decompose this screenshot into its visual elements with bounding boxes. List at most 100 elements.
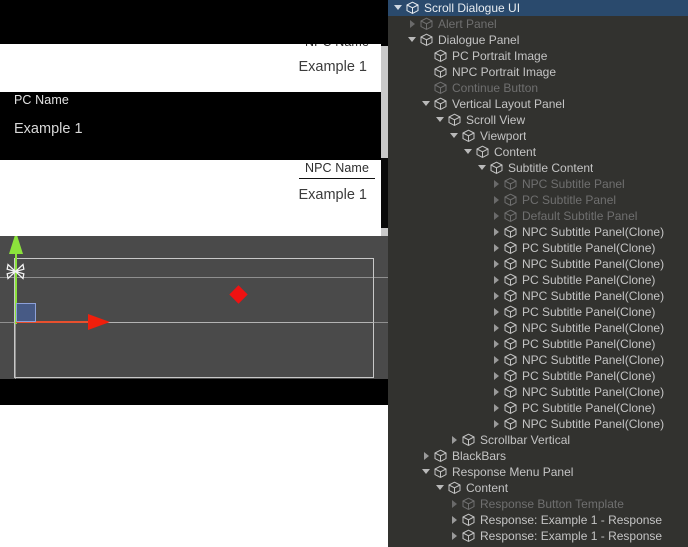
hierarchy-row[interactable]: BlackBars xyxy=(388,448,688,464)
hierarchy-row-label: NPC Subtitle Panel(Clone) xyxy=(522,257,665,271)
gizmo-y-arrow-icon[interactable] xyxy=(9,236,23,254)
gameobject-cube-icon xyxy=(475,145,490,159)
scene-view[interactable] xyxy=(0,236,388,379)
hierarchy-row[interactable]: PC Subtitle Panel(Clone) xyxy=(388,240,688,256)
subtitle-panel-npc-1: Example 1 xyxy=(0,48,381,92)
hierarchy-row-label: NPC Subtitle Panel xyxy=(522,177,625,191)
hierarchy-row[interactable]: Content xyxy=(388,480,688,496)
hierarchy-row[interactable]: Alert Panel xyxy=(388,16,688,32)
scrollbar-vertical[interactable] xyxy=(381,46,388,236)
hierarchy-row[interactable]: PC Subtitle Panel(Clone) xyxy=(388,400,688,416)
hierarchy-row[interactable]: NPC Subtitle Panel(Clone) xyxy=(388,416,688,432)
chevron-right-icon[interactable] xyxy=(490,288,503,304)
hierarchy-row[interactable]: Scroll View xyxy=(388,112,688,128)
gameobject-cube-icon xyxy=(461,529,476,543)
chevron-right-icon[interactable] xyxy=(490,208,503,224)
chevron-down-icon[interactable] xyxy=(448,128,461,144)
hierarchy-row[interactable]: Vertical Layout Panel xyxy=(388,96,688,112)
hierarchy-row[interactable]: Scroll Dialogue UI xyxy=(388,0,688,16)
gameobject-cube-icon xyxy=(503,321,518,335)
gizmo-xy-plane-handle[interactable] xyxy=(16,303,36,322)
blackbar-bottom xyxy=(0,379,388,405)
chevron-right-icon[interactable] xyxy=(490,400,503,416)
chevron-right-icon[interactable] xyxy=(490,336,503,352)
chevron-right-icon[interactable] xyxy=(406,16,419,32)
hierarchy-panel[interactable]: Scroll Dialogue UI Alert Panel Dialogue Pa… xyxy=(388,0,688,547)
chevron-right-icon[interactable] xyxy=(490,240,503,256)
hierarchy-row-label: Subtitle Content xyxy=(508,161,594,175)
chevron-right-icon[interactable] xyxy=(490,224,503,240)
chevron-right-icon[interactable] xyxy=(490,256,503,272)
chevron-right-icon[interactable] xyxy=(490,304,503,320)
chevron-right-icon[interactable] xyxy=(420,448,433,464)
hierarchy-row[interactable]: PC Subtitle Panel xyxy=(388,192,688,208)
chevron-right-icon[interactable] xyxy=(490,176,503,192)
game-view[interactable]: NPC Name Example 1 PC Name Example 1 NPC… xyxy=(0,0,388,405)
chevron-right-icon[interactable] xyxy=(490,352,503,368)
hierarchy-row[interactable]: NPC Subtitle Panel(Clone) xyxy=(388,288,688,304)
gameobject-cube-icon xyxy=(419,17,434,31)
chevron-right-icon[interactable] xyxy=(490,192,503,208)
chevron-right-icon[interactable] xyxy=(490,320,503,336)
hierarchy-row[interactable]: Default Subtitle Panel xyxy=(388,208,688,224)
hierarchy-row[interactable]: NPC Portrait Image xyxy=(388,64,688,80)
selection-outline xyxy=(14,258,374,378)
chevron-right-icon[interactable] xyxy=(448,512,461,528)
gameobject-cube-icon xyxy=(503,305,518,319)
chevron-down-icon[interactable] xyxy=(434,480,447,496)
hierarchy-row[interactable]: PC Portrait Image xyxy=(388,48,688,64)
gameobject-cube-icon xyxy=(461,513,476,527)
chevron-right-icon[interactable] xyxy=(490,272,503,288)
pc-name-tag: PC Name xyxy=(8,92,75,110)
hierarchy-row[interactable]: NPC Subtitle Panel(Clone) xyxy=(388,352,688,368)
chevron-right-icon[interactable] xyxy=(490,416,503,432)
hierarchy-row-label: PC Subtitle Panel(Clone) xyxy=(522,305,656,319)
hierarchy-row[interactable]: PC Subtitle Panel(Clone) xyxy=(388,304,688,320)
hierarchy-row[interactable]: NPC Subtitle Panel(Clone) xyxy=(388,320,688,336)
chevron-down-icon[interactable] xyxy=(476,160,489,176)
chevron-down-icon[interactable] xyxy=(434,112,447,128)
hierarchy-row[interactable]: Continue Button xyxy=(388,80,688,96)
hierarchy-row-label: PC Subtitle Panel(Clone) xyxy=(522,401,656,415)
hierarchy-row-label: PC Subtitle Panel xyxy=(522,193,617,207)
hierarchy-tree[interactable]: Scroll Dialogue UI Alert Panel Dialogue Pa… xyxy=(388,0,688,544)
hierarchy-row[interactable]: NPC Subtitle Panel(Clone) xyxy=(388,384,688,400)
gameobject-cube-icon xyxy=(503,337,518,351)
chevron-right-icon[interactable] xyxy=(448,528,461,544)
chevron-right-icon[interactable] xyxy=(490,384,503,400)
gameobject-cube-icon xyxy=(503,353,518,367)
hierarchy-row[interactable]: Dialogue Panel xyxy=(388,32,688,48)
hierarchy-row-label: PC Portrait Image xyxy=(452,49,548,63)
chevron-down-icon[interactable] xyxy=(420,96,433,112)
scrollbar-handle[interactable] xyxy=(381,158,388,228)
hierarchy-row[interactable]: PC Subtitle Panel(Clone) xyxy=(388,272,688,288)
hierarchy-row[interactable]: Response Button Template xyxy=(388,496,688,512)
chevron-right-icon[interactable] xyxy=(448,432,461,448)
pivot-handle-icon[interactable] xyxy=(4,260,27,283)
hierarchy-row[interactable]: Subtitle Content xyxy=(388,160,688,176)
chevron-down-icon[interactable] xyxy=(462,144,475,160)
hierarchy-row[interactable]: PC Subtitle Panel(Clone) xyxy=(388,336,688,352)
chevron-down-icon[interactable] xyxy=(406,32,419,48)
hierarchy-row-label: Response Button Template xyxy=(480,497,624,511)
gizmo-x-arrow-icon[interactable] xyxy=(88,314,110,330)
hierarchy-row[interactable]: Response: Example 1 - Response xyxy=(388,512,688,528)
hierarchy-row[interactable]: PC Subtitle Panel(Clone) xyxy=(388,368,688,384)
hierarchy-row[interactable]: Viewport xyxy=(388,128,688,144)
hierarchy-row[interactable]: NPC Subtitle Panel xyxy=(388,176,688,192)
hierarchy-row-label: NPC Subtitle Panel(Clone) xyxy=(522,417,665,431)
hierarchy-row[interactable]: NPC Subtitle Panel(Clone) xyxy=(388,224,688,240)
hierarchy-row[interactable]: Content xyxy=(388,144,688,160)
hierarchy-row[interactable]: NPC Subtitle Panel(Clone) xyxy=(388,256,688,272)
hierarchy-row[interactable]: Scrollbar Vertical xyxy=(388,432,688,448)
chevron-down-icon[interactable] xyxy=(392,0,405,16)
hierarchy-row[interactable]: Response Menu Panel xyxy=(388,464,688,480)
chevron-right-icon[interactable] xyxy=(448,496,461,512)
hierarchy-row[interactable]: Response: Example 1 - Response xyxy=(388,528,688,544)
hierarchy-row-label: Vertical Layout Panel xyxy=(452,97,565,111)
chevron-right-icon[interactable] xyxy=(490,368,503,384)
chevron-down-icon[interactable] xyxy=(420,464,433,480)
